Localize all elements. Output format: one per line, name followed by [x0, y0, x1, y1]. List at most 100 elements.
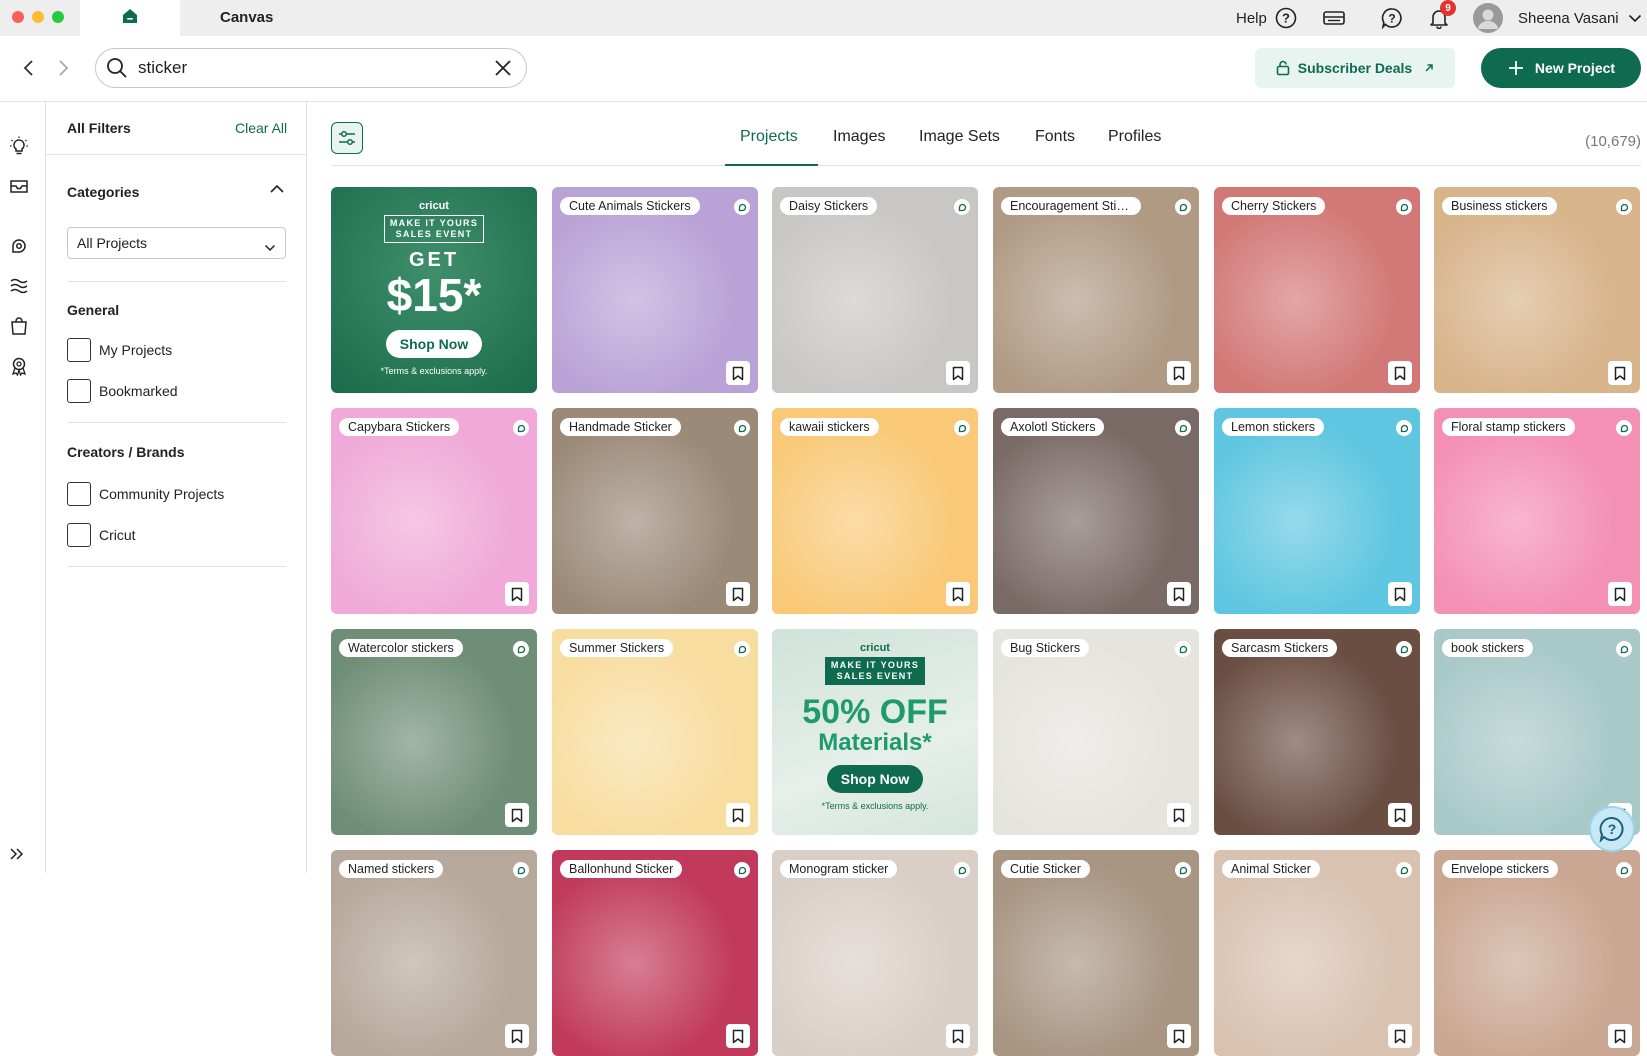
bookmark-icon[interactable] [1388, 361, 1412, 385]
shop-now-button[interactable]: Shop Now [385, 330, 483, 358]
bookmark-icon[interactable] [726, 1024, 750, 1048]
cricut-badge-icon [954, 199, 970, 215]
subscriber-deals-button[interactable]: Subscriber Deals [1255, 48, 1455, 88]
category-select[interactable]: All Projects [67, 227, 286, 259]
project-card-title: Watercolor stickers [339, 639, 463, 657]
project-card-title: Business stickers [1442, 197, 1557, 215]
svg-text:?: ? [1608, 821, 1617, 837]
project-card-title: Ballonhund Sticker [560, 860, 683, 878]
plus-icon [1507, 59, 1525, 77]
bookmark-icon[interactable] [505, 582, 529, 606]
project-card[interactable]: Watercolor stickers [331, 629, 537, 835]
project-card[interactable]: book stickers [1434, 629, 1640, 835]
bookmark-icon[interactable] [1608, 582, 1632, 606]
project-card[interactable]: Bug Stickers [993, 629, 1199, 835]
forward-arrow-icon[interactable] [56, 58, 70, 83]
tab-fonts[interactable]: Fonts [1035, 128, 1075, 146]
project-card[interactable]: Sarcasm Stickers [1214, 629, 1420, 835]
project-card[interactable]: Business stickers [1434, 187, 1640, 393]
design-space-icon[interactable] [9, 236, 29, 256]
back-arrow-icon[interactable] [22, 58, 36, 83]
tab-images[interactable]: Images [833, 128, 885, 146]
bookmark-icon[interactable] [726, 361, 750, 385]
shopping-bag-icon[interactable] [9, 316, 29, 336]
minimize-window-button[interactable] [32, 11, 44, 23]
user-name: Sheena Vasani [1518, 9, 1619, 27]
support-chat-button[interactable]: ? [1381, 4, 1403, 32]
lightbulb-icon[interactable] [9, 136, 29, 156]
bookmark-icon[interactable] [946, 361, 970, 385]
project-card[interactable]: Daisy Stickers [772, 187, 978, 393]
bookmark-icon[interactable] [1608, 1024, 1632, 1048]
materials-icon[interactable] [9, 276, 29, 296]
cricut-badge-icon [513, 641, 529, 657]
cricut-checkbox[interactable] [67, 523, 91, 547]
chevron-up-icon[interactable] [269, 182, 285, 200]
bookmark-icon[interactable] [1167, 1024, 1191, 1048]
project-card[interactable]: Summer Stickers [552, 629, 758, 835]
bookmark-icon[interactable] [1167, 361, 1191, 385]
project-card[interactable]: Floral stamp stickers [1434, 408, 1640, 614]
award-ribbon-icon[interactable] [9, 356, 29, 377]
bookmarked-checkbox[interactable] [67, 379, 91, 403]
bookmark-icon[interactable] [946, 582, 970, 606]
machine-button[interactable] [1323, 4, 1345, 32]
cricut-badge-icon [1396, 420, 1412, 436]
bookmark-icon[interactable] [1608, 361, 1632, 385]
promo-card-50-off[interactable]: cricut MAKE IT YOURS SALES EVENT 50% OFF… [772, 629, 978, 835]
project-card-title: Cute Animals Stickers [560, 197, 700, 215]
home-tab[interactable] [80, 0, 180, 36]
shop-now-button[interactable]: Shop Now [826, 765, 924, 793]
my-projects-checkbox[interactable] [67, 338, 91, 362]
bookmark-icon[interactable] [726, 582, 750, 606]
project-card[interactable]: Lemon stickers [1214, 408, 1420, 614]
inbox-icon[interactable] [9, 176, 29, 196]
help-chat-button[interactable]: ? [1589, 806, 1635, 852]
community-projects-checkbox[interactable] [67, 482, 91, 506]
bookmark-icon[interactable] [505, 1024, 529, 1048]
project-card-title: Sarcasm Stickers [1222, 639, 1338, 657]
close-window-button[interactable] [12, 11, 24, 23]
project-card[interactable]: Encouragement Stick... [993, 187, 1199, 393]
tab-image-sets[interactable]: Image Sets [919, 128, 1000, 146]
tab-projects[interactable]: Projects [740, 128, 798, 146]
project-card[interactable]: Animal Sticker [1214, 850, 1420, 1056]
project-card[interactable]: Cherry Stickers [1214, 187, 1420, 393]
project-card[interactable]: Cutie Sticker [993, 850, 1199, 1056]
promo-card-get-15[interactable]: cricut MAKE IT YOURS SALES EVENT GET $15… [331, 187, 537, 393]
cricut-badge-icon [1616, 420, 1632, 436]
bookmark-icon[interactable] [505, 803, 529, 827]
project-card[interactable]: Named stickers [331, 850, 537, 1056]
project-card[interactable]: Axolotl Stickers [993, 408, 1199, 614]
account-menu[interactable]: Sheena Vasani [1473, 3, 1642, 33]
filter-toggle-button[interactable] [331, 122, 363, 154]
project-card[interactable]: Capybara Stickers [331, 408, 537, 614]
notification-count-badge: 9 [1440, 0, 1456, 16]
help-button[interactable]: Help ? [1236, 4, 1297, 32]
search-input[interactable] [138, 58, 478, 78]
new-project-button[interactable]: New Project [1481, 48, 1641, 88]
bookmark-icon[interactable] [946, 1024, 970, 1048]
expand-sidebar-icon[interactable] [9, 847, 29, 867]
active-tab-indicator [725, 164, 818, 166]
bookmark-icon[interactable] [1388, 582, 1412, 606]
bookmark-icon[interactable] [726, 803, 750, 827]
clear-search-icon[interactable] [493, 58, 513, 78]
project-card[interactable]: Ballonhund Sticker [552, 850, 758, 1056]
project-card[interactable]: Envelope stickers [1434, 850, 1640, 1056]
promo-amount: $15* [386, 269, 482, 321]
tabs-divider [331, 165, 1641, 166]
bookmark-icon[interactable] [1388, 1024, 1412, 1048]
general-heading: General [67, 302, 120, 318]
project-card[interactable]: Handmade Sticker [552, 408, 758, 614]
project-card[interactable]: Monogram sticker [772, 850, 978, 1056]
new-project-label: New Project [1534, 60, 1616, 76]
tab-profiles[interactable]: Profiles [1108, 128, 1161, 146]
zoom-window-button[interactable] [52, 11, 64, 23]
bookmark-icon[interactable] [1167, 803, 1191, 827]
project-card[interactable]: kawaii stickers [772, 408, 978, 614]
project-card[interactable]: Cute Animals Stickers [552, 187, 758, 393]
bookmark-icon[interactable] [1167, 582, 1191, 606]
clear-all-link[interactable]: Clear All [235, 120, 287, 136]
bookmark-icon[interactable] [1388, 803, 1412, 827]
